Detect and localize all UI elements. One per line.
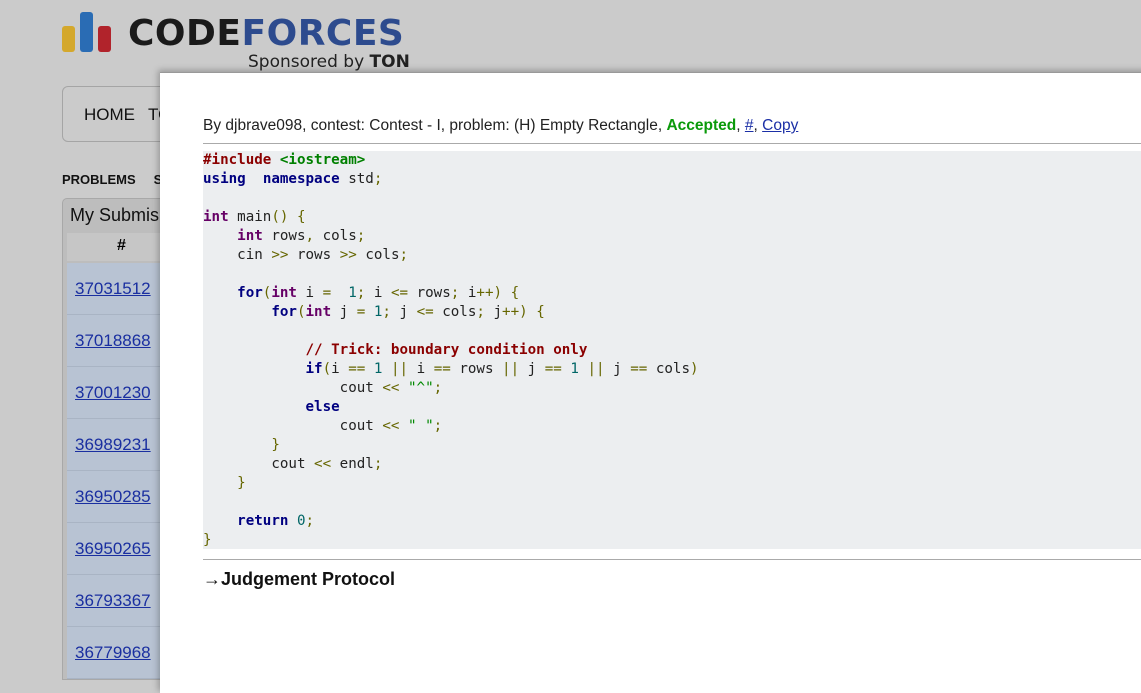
code-line: for(int j = 1; j <= cols; j++) { (271, 304, 545, 320)
submission-id-link[interactable]: 37001230 (75, 383, 151, 403)
code-line: } (203, 532, 212, 548)
submission-id-link[interactable]: 36950285 (75, 487, 151, 507)
copy-link[interactable]: Copy (762, 117, 798, 134)
code-line: cout << endl; (203, 456, 383, 472)
submission-info: By djbrave098, contest: Contest - I, pro… (203, 117, 798, 135)
separator: , (753, 117, 763, 134)
code-line: return 0; (237, 513, 315, 529)
menu-item-home[interactable]: HOME (84, 105, 135, 125)
verdict-accepted: Accepted (666, 117, 737, 134)
code-line: ​ (203, 493, 1141, 512)
code-line: } (271, 437, 280, 453)
code-line: cin >> rows >> cols; (203, 247, 409, 263)
code-line: if(i == 1 || i == rows || j == 1 || j ==… (305, 361, 699, 377)
codeforces-logo[interactable]: CODEFORCES Sponsored by TON (62, 10, 422, 72)
column-header-id: # (117, 237, 126, 254)
submission-id-link[interactable]: 37018868 (75, 331, 151, 351)
source-code-popup: By djbrave098, contest: Contest - I, pro… (160, 72, 1141, 693)
source-code-block[interactable]: #include <iostream> using namespace std; ​… (203, 151, 1141, 549)
code-line: ​ (203, 189, 1141, 208)
divider (203, 559, 1141, 560)
logo-bars-icon (62, 12, 114, 52)
code-line: using namespace std; (203, 171, 383, 187)
code-line: cout << "^"; (203, 380, 443, 396)
divider (203, 143, 1141, 144)
code-line: for(int i = 1; i <= rows; i++) { (237, 285, 520, 301)
code-line: else (305, 399, 340, 415)
subnav-item-problems[interactable]: PROBLEMS (62, 172, 136, 187)
code-line: ​ (203, 265, 1141, 284)
code-line: cout << " "; (203, 418, 443, 434)
submission-id-link[interactable]: 36989231 (75, 435, 151, 455)
code-line: // Trick: boundary condition only (305, 342, 588, 358)
submission-id-link[interactable]: 36950265 (75, 539, 151, 559)
submission-id-link[interactable]: 36793367 (75, 591, 151, 611)
submission-link[interactable]: # (745, 117, 754, 134)
panel-title: My Submis (70, 205, 160, 225)
code-line: #include <iostream> (203, 152, 366, 168)
separator: , (736, 117, 745, 134)
submission-id-link[interactable]: 37031512 (75, 279, 151, 299)
code-line: int main() { (203, 209, 306, 225)
code-line: ​ (203, 322, 1141, 341)
submission-id-link[interactable]: 36779968 (75, 643, 151, 663)
code-line: } (237, 475, 246, 491)
submission-meta: By djbrave098, contest: Contest - I, pro… (203, 117, 667, 134)
logo-sponsor: Sponsored by TON (248, 52, 410, 72)
code-line: int rows, cols; (237, 228, 366, 244)
logo-wordmark: CODEFORCES (128, 13, 405, 54)
judgement-protocol-link[interactable]: →Judgement Protocol (203, 569, 395, 590)
